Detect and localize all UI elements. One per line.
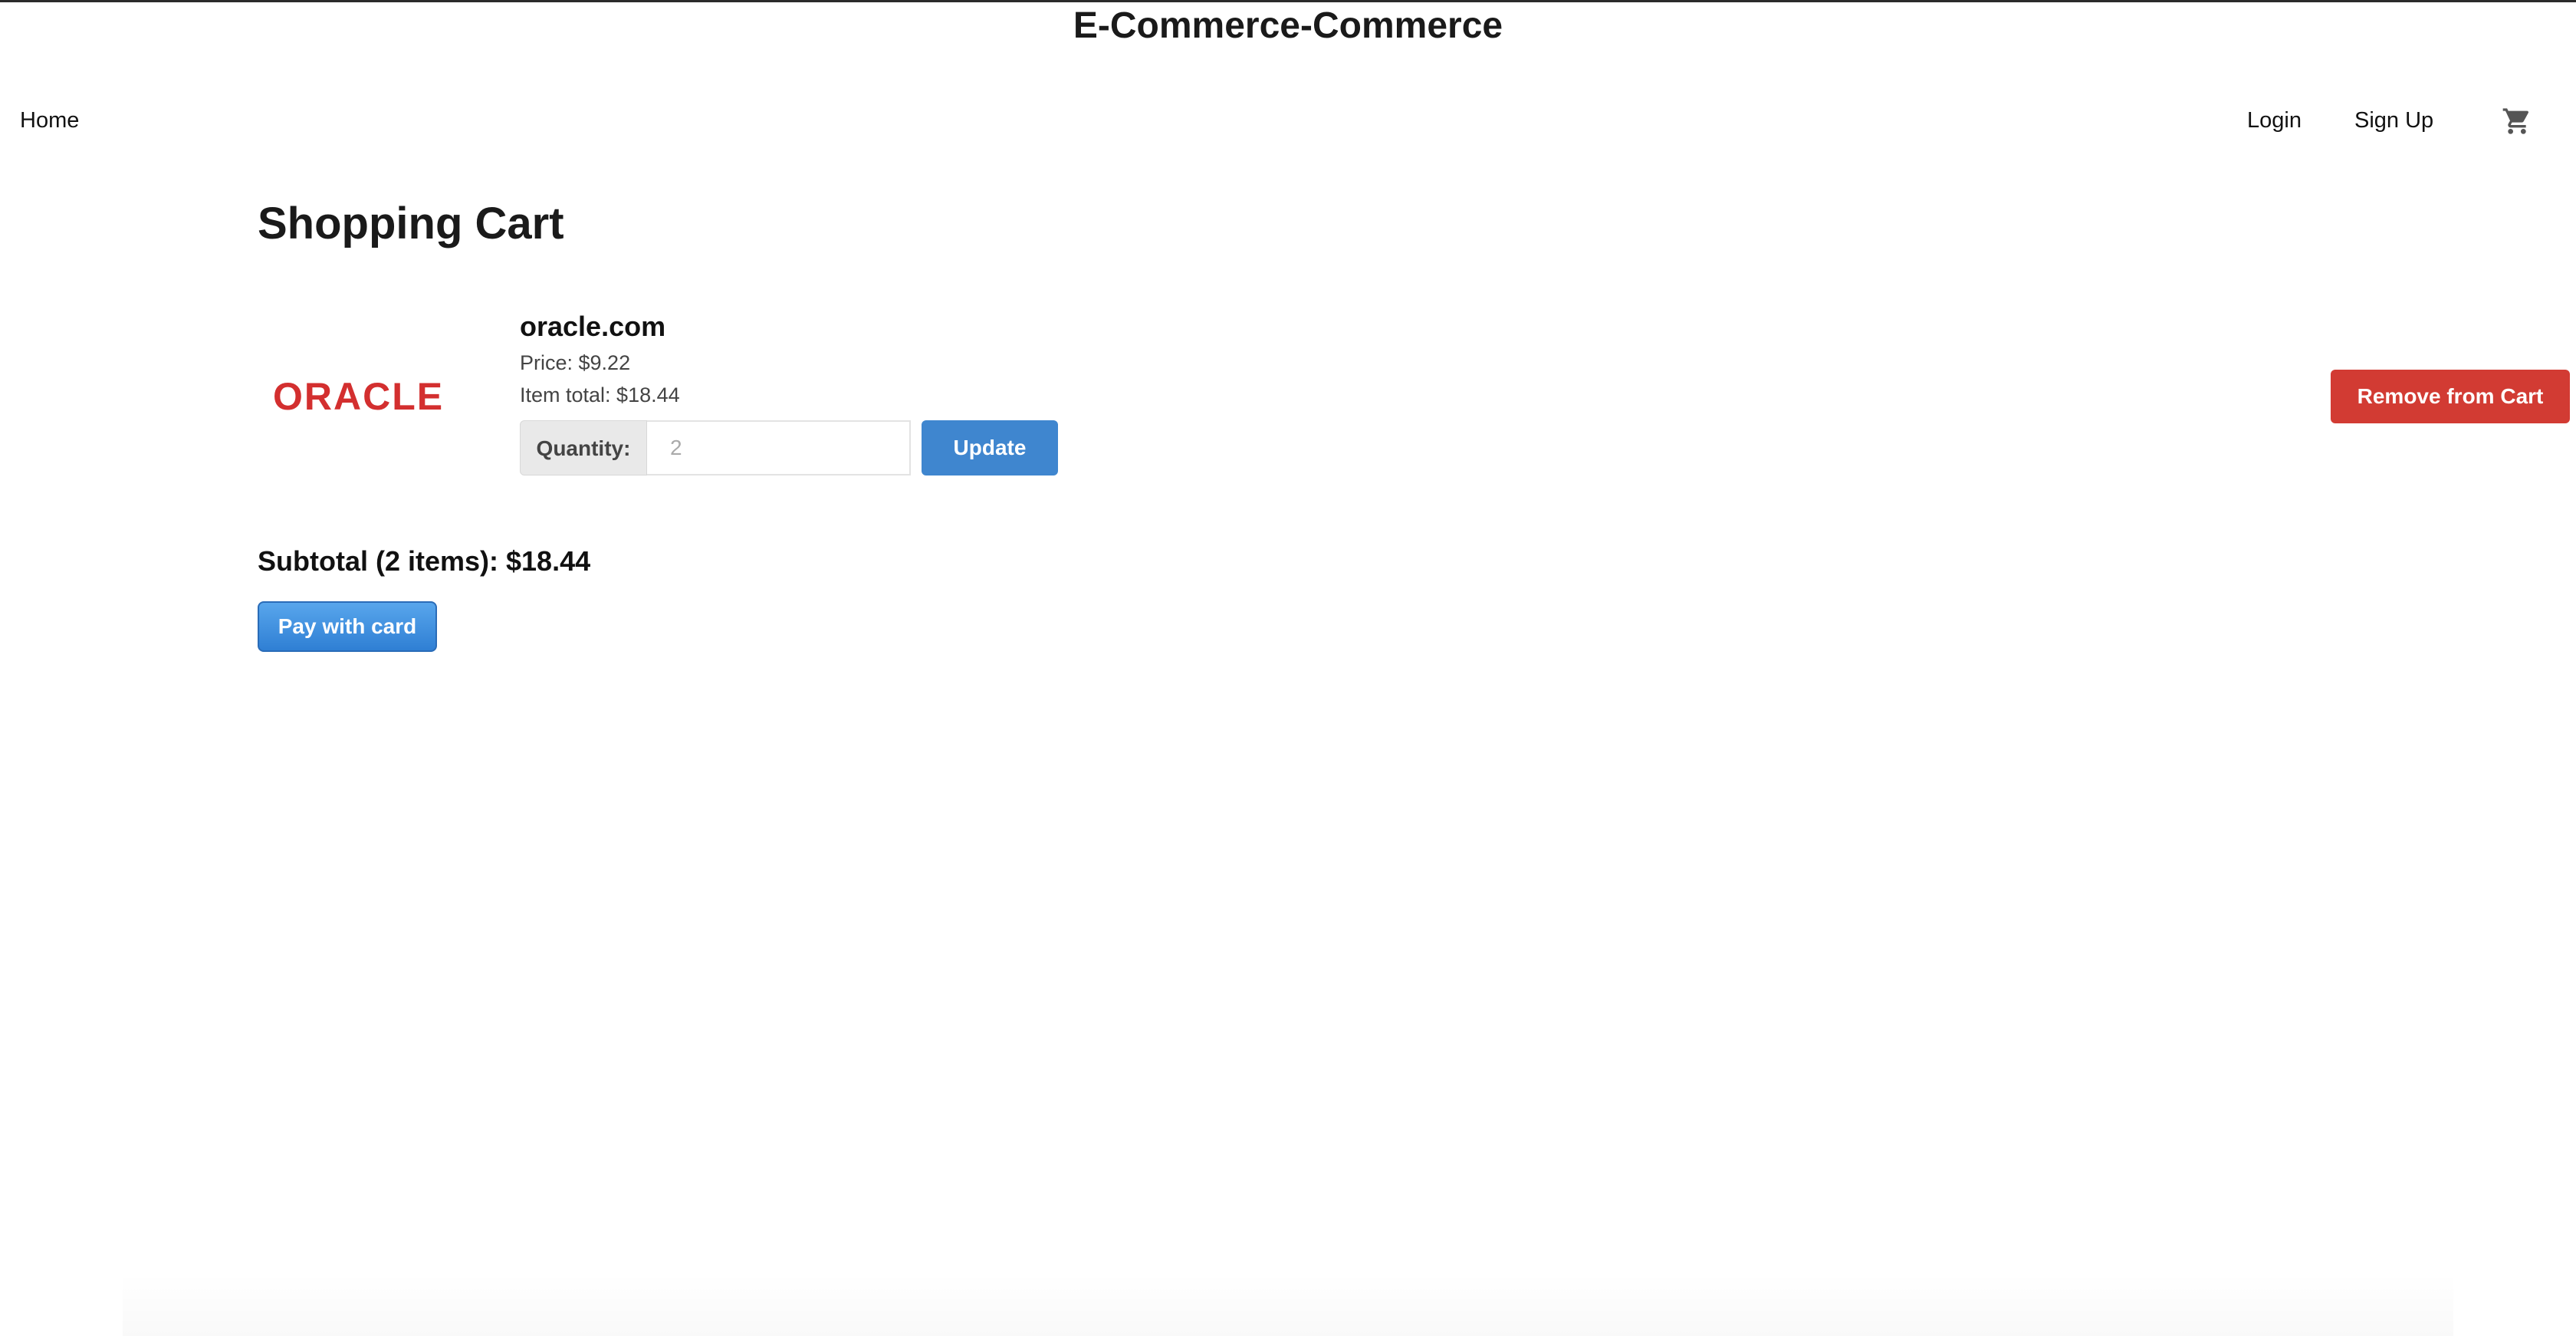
item-name: oracle.com bbox=[520, 311, 666, 342]
page-title: Shopping Cart bbox=[258, 199, 564, 248]
pay-with-card-button[interactable]: Pay with card bbox=[258, 601, 437, 652]
item-price: Price: $9.22 bbox=[520, 351, 631, 374]
remove-from-cart-button[interactable]: Remove from Cart bbox=[2331, 370, 2570, 423]
footer-shadow bbox=[123, 1273, 2453, 1336]
cart-item: ORACLE oracle.com Price: $9.22 Item tota… bbox=[258, 307, 2570, 483]
nav-login-link[interactable]: Login bbox=[2247, 100, 2302, 141]
nav-home-link[interactable]: Home bbox=[20, 100, 79, 141]
navbar: Home Login Sign Up bbox=[0, 100, 2576, 141]
shopping-cart-icon[interactable] bbox=[2501, 106, 2533, 137]
update-button[interactable]: Update bbox=[922, 420, 1058, 475]
quantity-label: Quantity: bbox=[520, 420, 647, 475]
oracle-logo-text: ORACLE bbox=[273, 375, 444, 418]
site-title: E-Commerce-Commerce bbox=[1073, 5, 1503, 46]
nav-signup-link[interactable]: Sign Up bbox=[2354, 100, 2433, 141]
quantity-input[interactable] bbox=[647, 420, 911, 475]
item-details: oracle.com Price: $9.22 Item total: $18.… bbox=[520, 307, 680, 411]
item-total: Item total: $18.44 bbox=[520, 383, 680, 406]
top-border bbox=[0, 0, 2576, 2]
cart-subtotal: Subtotal (2 items): $18.44 bbox=[258, 545, 591, 577]
oracle-logo-image: ORACLE bbox=[258, 353, 488, 437]
